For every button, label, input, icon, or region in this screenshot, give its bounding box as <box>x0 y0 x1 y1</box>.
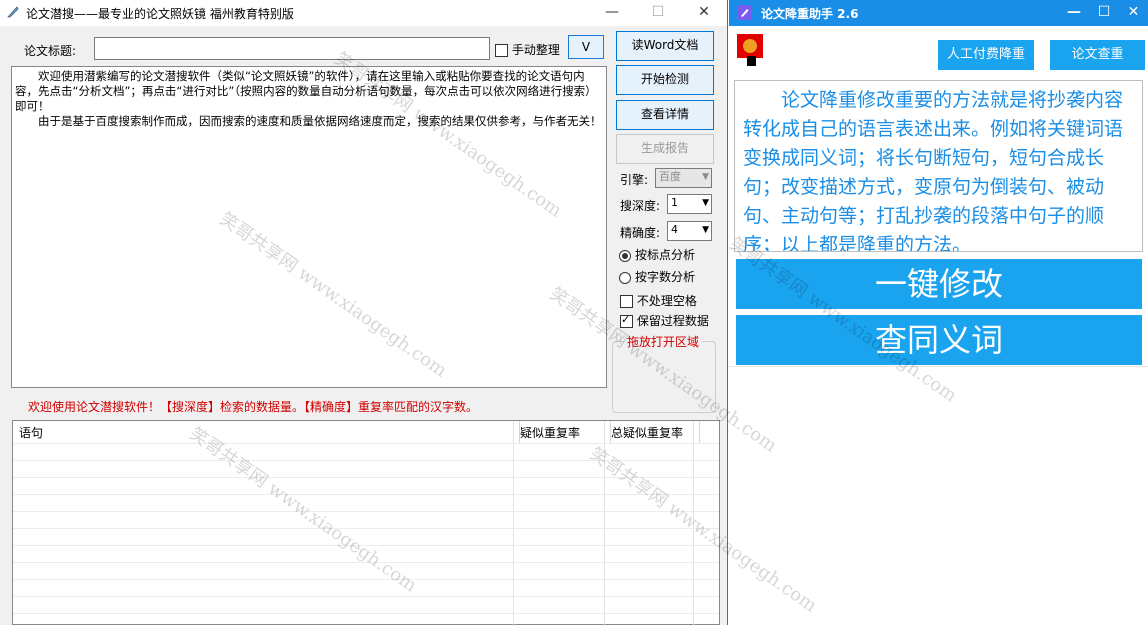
chevron-down-icon: ▼ <box>702 172 709 182</box>
keep-data-label: 保留过程数据 <box>636 314 709 328</box>
paper-title-label: 论文标题: <box>24 44 77 58</box>
table-row-line <box>13 460 719 461</box>
drop-open-area-label: 拖放打开区域 <box>624 333 703 350</box>
view-details-button[interactable]: 查看详情 <box>616 100 714 130</box>
chevron-down-icon: ▼ <box>702 198 709 208</box>
depth-select[interactable]: 1 ▼ <box>667 194 712 214</box>
manual-arrange-label: 手动整理 <box>511 43 560 57</box>
radio-chars-option[interactable]: 按字数分析 <box>619 268 695 285</box>
depth-value: 1 <box>671 196 678 209</box>
read-word-button[interactable]: 读Word文档 <box>616 31 714 61</box>
engine-value: 百度 <box>659 170 681 183</box>
table-row-line <box>13 562 719 563</box>
right-window-title: 论文降重助手 2.6 <box>761 7 859 21</box>
precision-label: 精确度: <box>620 226 661 240</box>
radio-chars-dot[interactable] <box>619 271 631 284</box>
feather-app-icon <box>7 6 19 18</box>
no-space-checkbox[interactable]: 不处理空格 <box>620 292 697 309</box>
table-row-line <box>13 579 719 580</box>
keep-data-checkbox[interactable]: 保留过程数据 <box>620 312 709 329</box>
start-check-button[interactable]: 开始检测 <box>616 65 714 95</box>
left-maximize-button[interactable]: ☐ <box>635 0 681 26</box>
pen-app-icon <box>737 5 752 20</box>
v-button[interactable]: V <box>568 35 604 59</box>
divider <box>729 366 1148 367</box>
table-row-line <box>13 443 719 444</box>
engine-select[interactable]: 百度 ▼ <box>655 168 712 188</box>
engine-label: 引擎: <box>620 173 649 187</box>
column-header-similarity[interactable]: 疑似重复率 <box>514 421 611 443</box>
paper-title-input[interactable] <box>94 37 490 60</box>
radio-punct-option[interactable]: 按标点分析 <box>619 246 695 263</box>
radio-punct-label: 按标点分析 <box>635 248 696 262</box>
logo-icon <box>737 34 763 66</box>
paper-content-textarea[interactable]: 欢迎使用潜紫编写的论文潜搜软件（类似“论文照妖镜”的软件），请在这里输入或粘贴你… <box>11 66 607 388</box>
manual-arrange-checkbox[interactable]: 手动整理 <box>495 41 560 58</box>
left-minimize-button[interactable]: — <box>589 0 635 26</box>
intro-paragraph-1: 欢迎使用潜紫编写的论文潜搜软件（类似“论文照妖镜”的软件），请在这里输入或粘贴你… <box>15 69 597 113</box>
left-close-button[interactable]: ✕ <box>681 0 727 26</box>
precision-value: 4 <box>671 223 678 236</box>
radio-punct-dot[interactable] <box>619 249 631 262</box>
keep-data-box[interactable] <box>620 313 633 328</box>
find-synonym-button[interactable]: 查同义词 <box>736 315 1142 365</box>
right-title-bar: 论文降重助手 2.6 — ☐ ✕ <box>729 0 1148 26</box>
one-key-modify-button[interactable]: 一键修改 <box>736 259 1142 309</box>
table-row-line <box>13 596 719 597</box>
table-row-line <box>13 511 719 512</box>
reduce-tip-text: 论文降重修改重要的方法就是将抄袭内容转化成自己的语言表述出来。例如将关键词语变换… <box>734 80 1143 252</box>
right-close-button[interactable]: ✕ <box>1119 0 1148 26</box>
table-row-line <box>13 545 719 546</box>
drop-open-area[interactable] <box>612 341 716 413</box>
manual-paid-reduce-button[interactable]: 人工付费降重 <box>938 40 1034 70</box>
paper-check-button[interactable]: 论文查重 <box>1050 40 1145 70</box>
table-row-line <box>13 494 719 495</box>
chevron-down-icon: ▼ <box>702 225 709 235</box>
table-row-line <box>13 477 719 478</box>
status-message: 欢迎使用论文潜搜软件！【搜深度】检索的数据量。【精确度】重复率匹配的汉字数。 <box>28 400 479 414</box>
no-space-box[interactable] <box>620 295 633 308</box>
intro-paragraph-2: 由于是基于百度搜索制作而成，因而搜索的速度和质量依据网络速度而定，搜索的结果仅供… <box>38 114 602 128</box>
no-space-label: 不处理空格 <box>636 294 697 308</box>
right-maximize-button[interactable]: ☐ <box>1089 0 1119 26</box>
column-header-sentence[interactable]: 语句 <box>13 421 520 443</box>
manual-arrange-box[interactable] <box>495 44 508 57</box>
paper-search-window: 论文潜搜——最专业的论文照妖镜 福州教育特别版 — ☐ ✕ 论文标题: 手动整理… <box>0 0 728 626</box>
column-header-total-similarity[interactable]: 总疑似重复率 <box>605 421 700 443</box>
result-table[interactable]: 语句 疑似重复率 总疑似重复率 <box>12 420 720 626</box>
precision-select[interactable]: 4 ▼ <box>667 221 712 241</box>
radio-chars-label: 按字数分析 <box>635 270 696 284</box>
reduce-duplicate-assistant-window: 论文降重助手 2.6 — ☐ ✕ 人工付费降重 论文查重 论文降重修改重要的方法… <box>729 0 1148 625</box>
left-window-title: 论文潜搜——最专业的论文照妖镜 福州教育特别版 <box>26 7 294 21</box>
right-minimize-button[interactable]: — <box>1059 0 1089 26</box>
left-title-bar: 论文潜搜——最专业的论文照妖镜 福州教育特别版 — ☐ ✕ <box>0 0 727 26</box>
table-row-line <box>13 613 719 614</box>
table-row-line <box>13 528 719 529</box>
generate-report-button[interactable]: 生成报告 <box>616 134 714 164</box>
depth-label: 搜深度: <box>620 199 661 213</box>
